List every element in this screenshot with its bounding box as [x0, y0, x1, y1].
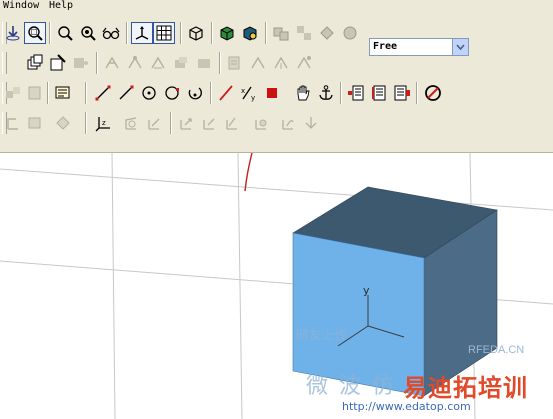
svg-text:y: y — [251, 94, 255, 102]
disabled-tool-icon-24 — [221, 112, 243, 134]
disabled-tool-icon-2 — [293, 22, 315, 44]
object-color-icon[interactable] — [216, 22, 238, 44]
draw-polyline-icon[interactable] — [215, 82, 237, 104]
watermark-cn-big: 微 波 仿 — [306, 374, 396, 399]
disabled-tool-icon-10 — [193, 52, 215, 74]
disabled-tool-icon-21 — [143, 112, 165, 134]
stop-icon[interactable] — [422, 82, 444, 104]
disabled-tool-icon-18 — [24, 112, 46, 134]
svg-text:z: z — [102, 119, 106, 127]
grid-icon[interactable] — [153, 22, 175, 44]
object-transparency-icon[interactable] — [239, 22, 261, 44]
disabled-tool-icon-5 — [70, 52, 92, 74]
disabled-tool-icon — [270, 22, 292, 44]
disabled-tool-icon-26 — [277, 112, 299, 134]
layers-icon[interactable] — [24, 52, 46, 74]
draw-rectangle-icon[interactable] — [261, 82, 283, 104]
navigate-icon[interactable] — [2, 22, 24, 44]
history-tree-icon[interactable] — [52, 82, 74, 104]
disabled-tool-icon-3 — [316, 22, 338, 44]
toolbar-row-transform: z — [0, 108, 553, 138]
zoom-fit-icon[interactable] — [77, 22, 99, 44]
axis-y-label: y — [363, 284, 370, 297]
list-delete-icon[interactable] — [391, 82, 413, 104]
disabled-tool-icon-11 — [224, 52, 246, 74]
list-icon[interactable] — [368, 82, 390, 104]
watermark-brand: 易迪拓培训 — [403, 374, 528, 402]
insert-list-icon[interactable] — [345, 82, 367, 104]
disabled-tool-icon-25 — [250, 112, 272, 134]
draw-circle-icon[interactable] — [138, 82, 160, 104]
disabled-tool-icon-13 — [270, 52, 292, 74]
disabled-tool-icon-19 — [52, 112, 74, 134]
disabled-tool-icon-22 — [175, 112, 197, 134]
disabled-tool-icon-7 — [124, 52, 146, 74]
properties-icon[interactable] — [47, 52, 69, 74]
menu-bar: Window Help — [0, 0, 553, 14]
zoom-window-icon[interactable] — [24, 22, 46, 44]
toolbar-area: Free x y z — [0, 14, 553, 153]
svg-text:x: x — [241, 87, 245, 95]
disabled-tool-icon-23 — [198, 112, 220, 134]
draw-ellipse-icon[interactable] — [184, 82, 206, 104]
annotation-highlight — [244, 153, 253, 192]
view-glasses-icon[interactable] — [100, 22, 122, 44]
draw-spline-icon[interactable] — [115, 82, 137, 104]
coordinate-system-icon[interactable]: z — [92, 112, 114, 134]
disabled-tool-icon-12 — [247, 52, 269, 74]
axis-icon[interactable] — [131, 22, 153, 44]
disabled-tool-icon-16 — [24, 82, 46, 104]
disabled-tool-icon-8 — [147, 52, 169, 74]
disabled-tool-icon-20 — [120, 112, 142, 134]
draw-arc-icon[interactable] — [161, 82, 183, 104]
pan-hand-icon[interactable] — [292, 82, 314, 104]
toolbar-row-shapes: xy — [0, 78, 553, 108]
zoom-icon[interactable] — [54, 22, 76, 44]
draw-line-icon[interactable] — [92, 82, 114, 104]
watermark-url: http://www.edatop.com — [342, 400, 471, 413]
disabled-tool-icon-6 — [101, 52, 123, 74]
watermark-cn-small: 网友上传 — [296, 328, 349, 342]
disabled-tool-icon-9 — [170, 52, 192, 74]
view-cube-icon[interactable] — [185, 22, 207, 44]
disabled-tool-icon-14 — [293, 52, 315, 74]
toolbar-row-view — [0, 18, 553, 48]
watermark-rfeda: RFEDA.CN — [468, 344, 525, 356]
menu-help[interactable]: Help — [46, 0, 76, 12]
cube-model[interactable] — [292, 186, 498, 397]
anchor-icon[interactable] — [315, 82, 337, 104]
disabled-tool-icon-15 — [2, 82, 24, 104]
disabled-tool-icon-17 — [2, 112, 24, 134]
menu-window[interactable]: Window — [0, 0, 42, 12]
draw-xy-icon[interactable]: xy — [238, 82, 260, 104]
disabled-tool-icon-4 — [339, 22, 361, 44]
toolbar-row-draw — [0, 48, 553, 78]
toolbar-grip[interactable] — [2, 52, 7, 74]
disabled-tool-icon-27 — [300, 112, 322, 134]
